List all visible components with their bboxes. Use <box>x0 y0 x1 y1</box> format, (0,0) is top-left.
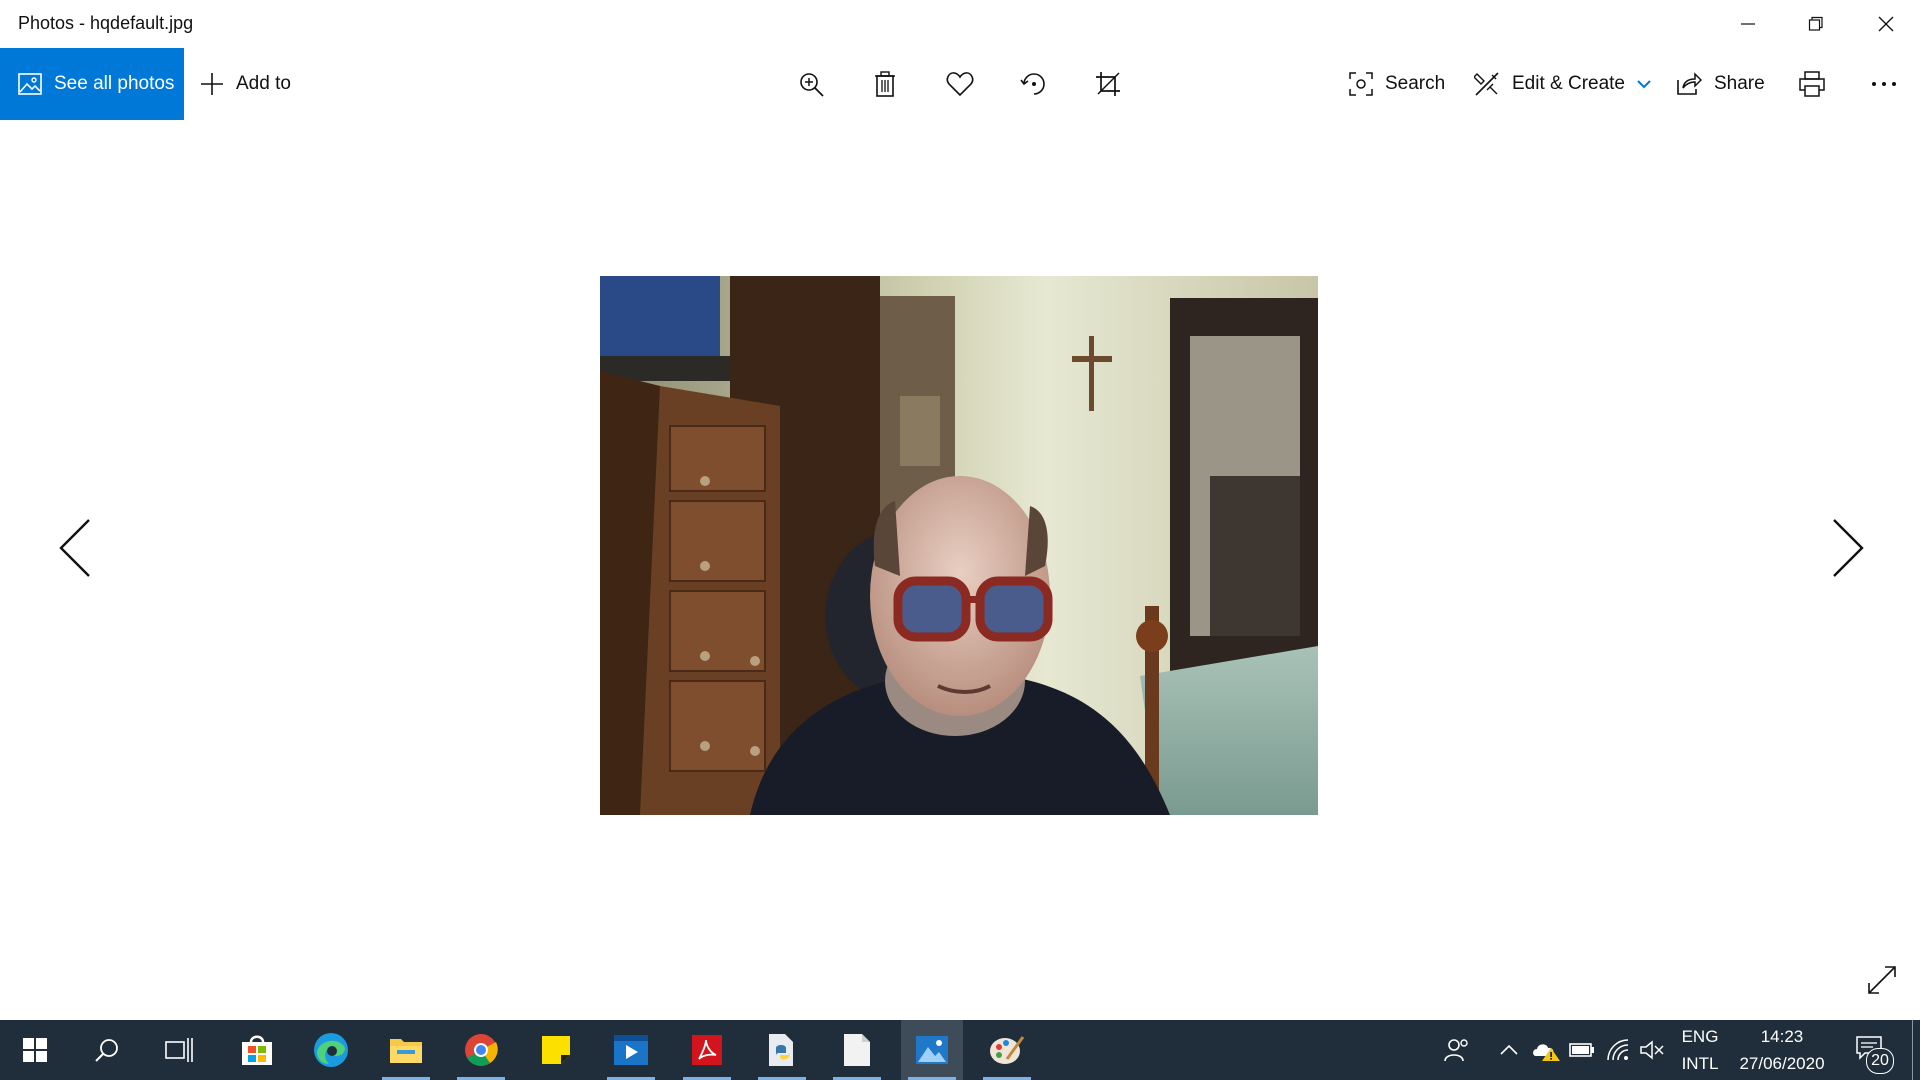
crop-icon <box>1096 72 1120 96</box>
print-icon <box>1799 71 1825 97</box>
minimize-icon <box>1740 23 1755 25</box>
plus-icon <box>201 73 223 95</box>
search-label: Search <box>1385 73 1446 94</box>
people-button[interactable] <box>1440 1020 1474 1080</box>
share-label: Share <box>1714 73 1765 94</box>
clock-time: 14:23 <box>1760 1027 1804 1046</box>
taskbar: ENG INTL 14:23 27/06/2020 20 <box>0 1020 1920 1080</box>
chevron-up-icon <box>1500 1045 1518 1055</box>
delete-icon <box>875 71 895 97</box>
acrobat-icon <box>692 1035 722 1065</box>
rotate-button[interactable] <box>1016 66 1052 102</box>
show-desktop-button[interactable] <box>1912 1020 1920 1080</box>
share-button[interactable]: Share <box>1676 48 1765 120</box>
wifi-icon <box>1607 1039 1629 1061</box>
search-icon <box>95 1039 118 1062</box>
search-button[interactable]: Search <box>1349 48 1445 120</box>
edit-create-label: Edit & Create <box>1512 73 1625 94</box>
close-icon <box>1878 16 1893 32</box>
clock-button[interactable]: 14:23 27/06/2020 <box>1732 1020 1832 1080</box>
keyboard-layout: INTL <box>1681 1054 1719 1073</box>
print-button[interactable] <box>1794 66 1830 102</box>
sticky-notes-icon <box>542 1036 570 1064</box>
window-title: Photos - hqdefault.jpg <box>18 13 194 33</box>
video-app-icon <box>614 1035 648 1065</box>
minimize-button[interactable] <box>1713 0 1782 48</box>
taskbar-file-explorer[interactable] <box>375 1020 437 1080</box>
store-icon <box>242 1035 272 1065</box>
notification-count-badge: 20 <box>1866 1048 1894 1074</box>
displayed-photo <box>600 276 1318 815</box>
add-to-button[interactable]: Add to <box>200 48 291 120</box>
command-bar: See all photos Add to Search Edit & Crea… <box>0 48 1920 120</box>
share-icon <box>1677 72 1702 95</box>
edit-create-button[interactable]: Edit & Create <box>1474 48 1651 120</box>
add-to-label: Add to <box>236 73 291 94</box>
taskbar-video-app[interactable] <box>600 1020 662 1080</box>
edit-icon <box>1474 72 1499 96</box>
taskbar-search-button[interactable] <box>76 1020 138 1080</box>
taskbar-store[interactable] <box>226 1020 288 1080</box>
task-view-icon <box>165 1038 193 1062</box>
taskbar-python[interactable] <box>751 1020 813 1080</box>
chevron-down-icon <box>1637 80 1651 89</box>
more-button[interactable] <box>1866 66 1902 102</box>
onedrive-status[interactable] <box>1530 1020 1562 1080</box>
taskbar-edge[interactable] <box>300 1020 362 1080</box>
battery-status[interactable] <box>1568 1020 1596 1080</box>
python-icon <box>769 1034 793 1066</box>
people-icon <box>1444 1039 1468 1062</box>
input-language-button[interactable]: ENG INTL <box>1672 1020 1728 1080</box>
zoom-in-icon <box>800 73 824 97</box>
language-code: ENG <box>1681 1027 1719 1046</box>
chrome-icon <box>465 1034 498 1066</box>
title-bar: Photos - hqdefault.jpg <box>0 0 1920 48</box>
network-status[interactable] <box>1604 1020 1632 1080</box>
paint-icon <box>990 1036 1025 1064</box>
taskbar-notepad[interactable] <box>826 1020 888 1080</box>
fullscreen-button[interactable] <box>1866 964 1902 1000</box>
taskbar-acrobat[interactable] <box>676 1020 738 1080</box>
previous-photo-button[interactable] <box>51 508 99 588</box>
close-button[interactable] <box>1851 0 1920 48</box>
action-center-button[interactable]: 20 <box>1850 1020 1900 1080</box>
taskbar-paint[interactable] <box>976 1020 1038 1080</box>
rotate-icon <box>1020 73 1045 95</box>
chevron-right-icon <box>1833 519 1864 577</box>
edge-icon <box>314 1033 348 1067</box>
more-icon <box>1872 82 1896 86</box>
volume-mute-icon <box>1640 1040 1664 1060</box>
expand-icon <box>1868 966 1896 994</box>
favorite-icon <box>946 72 974 97</box>
start-button[interactable] <box>4 1020 66 1080</box>
volume-status[interactable] <box>1638 1020 1666 1080</box>
notepad-icon <box>844 1034 870 1066</box>
next-photo-button[interactable] <box>1824 508 1872 588</box>
zoom-button[interactable] <box>793 66 829 102</box>
crop-button[interactable] <box>1090 66 1126 102</box>
taskbar-sticky-notes[interactable] <box>525 1020 587 1080</box>
photo-image <box>600 276 1318 815</box>
clock-date: 27/06/2020 <box>1739 1054 1825 1073</box>
taskbar-photos[interactable] <box>901 1020 963 1080</box>
taskbar-chrome[interactable] <box>450 1020 512 1080</box>
restore-button[interactable] <box>1781 0 1850 48</box>
start-icon <box>23 1038 47 1062</box>
battery-icon <box>1569 1043 1594 1057</box>
photos-icon <box>916 1036 948 1064</box>
delete-button[interactable] <box>867 66 903 102</box>
show-hidden-icons-button[interactable] <box>1496 1020 1522 1080</box>
see-all-photos-button[interactable]: See all photos <box>0 48 184 120</box>
favorite-button[interactable] <box>942 66 978 102</box>
restore-icon <box>1808 16 1823 31</box>
photo-gallery-icon <box>18 73 42 95</box>
file-explorer-icon <box>390 1039 422 1063</box>
cloud-warning-icon <box>1533 1044 1560 1061</box>
see-all-photos-label: See all photos <box>54 73 175 94</box>
visual-search-icon <box>1349 72 1373 96</box>
chevron-left-icon <box>59 519 90 577</box>
task-view-button[interactable] <box>148 1020 210 1080</box>
